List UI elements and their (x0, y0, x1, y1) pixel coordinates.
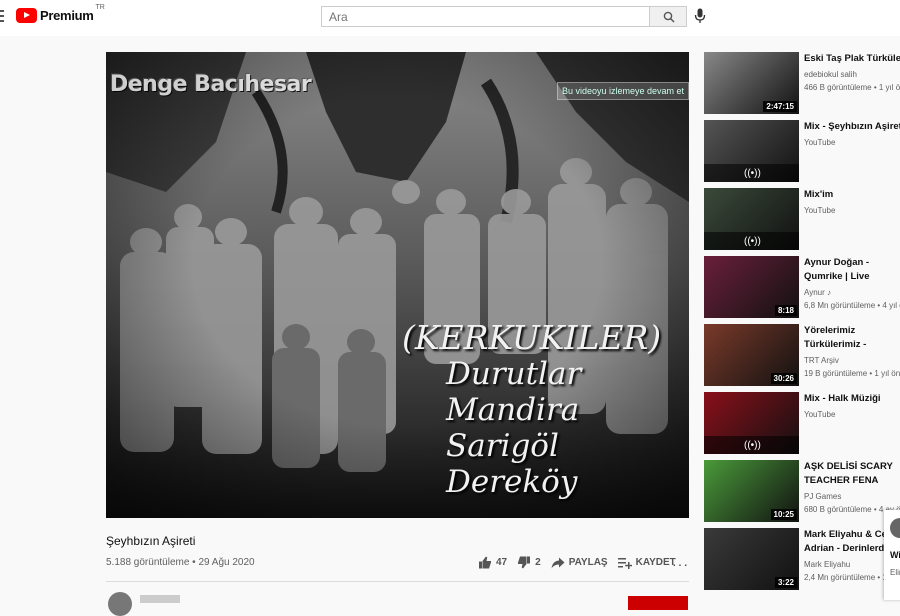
overlay-line: Sarigöl (446, 428, 559, 464)
save-button[interactable]: KAYDET (617, 557, 676, 569)
duration-badge: 8:18 (774, 305, 797, 316)
duration-badge: 3:22 (774, 577, 797, 588)
popup-subtitle: Elir (890, 568, 900, 577)
avatar (890, 518, 900, 538)
recommendation-channel[interactable]: Aynur ♪ (804, 288, 831, 297)
like-count: 47 (496, 557, 508, 568)
logo-country: TR (95, 4, 105, 11)
microphone-icon[interactable] (694, 8, 706, 24)
search-input[interactable] (321, 6, 650, 27)
mix-overlay: ((•)) (704, 164, 799, 182)
watch-later-prompt[interactable]: Bu videoyu izlemeye devam et (557, 82, 689, 100)
overlay-line: Mandira (446, 392, 580, 428)
recommendation-item[interactable]: ((•)) Mix - Şeyhbızın Aşireti YouTube (704, 120, 900, 184)
recommendation-meta: 466 B görüntüleme • 1 yıl önce (804, 83, 900, 92)
save-label: KAYDET (635, 557, 676, 568)
recommendation-channel[interactable]: edebiokul salih (804, 70, 857, 79)
recommendation-title[interactable]: AŞK DELİSİ SCARY TEACHER FENA ŞAKALADIK … (804, 460, 900, 488)
notification-popup[interactable]: Wi Elir (884, 510, 900, 600)
video-thumbnail[interactable]: 30:26 (704, 324, 799, 386)
recommendation-meta: 6,8 Mn görüntüleme • 4 yıl önce (804, 301, 900, 310)
recommendation-item[interactable]: 30:26 Yörelerimiz Türkülerimiz - Kırşehir… (704, 324, 900, 388)
video-title: Şeyhbızın Aşireti (106, 534, 196, 548)
overlay-text: (KERKUKILER) Durutlar Mandira Sarigöl De… (402, 318, 682, 501)
mix-overlay: ((•)) (704, 436, 799, 454)
subscribe-button[interactable] (628, 596, 688, 610)
recommendation-channel[interactable]: YouTube (804, 138, 835, 147)
popup-title: Wi (890, 550, 900, 560)
recommendation-title[interactable]: Mix - Şeyhbızın Aşireti (804, 120, 900, 134)
divider (106, 581, 689, 582)
overlay-line: (KERKUKILER) (402, 318, 662, 357)
duration-badge: 30:26 (770, 373, 797, 384)
video-thumbnail[interactable]: ((•)) (704, 392, 799, 454)
overlay-line: Dereköy (446, 464, 578, 500)
playlist-add-icon (617, 557, 632, 569)
top-bar: Premium TR (0, 0, 900, 36)
channel-avatar[interactable] (108, 592, 132, 616)
youtube-logo[interactable]: Premium TR (16, 4, 105, 23)
mix-radio-icon: ((•)) (744, 236, 761, 247)
recommendation-title[interactable]: Eski Taş Plak Türküler (804, 52, 900, 66)
video-actions: 47 2 PAYLAŞ KAYDET (478, 556, 686, 569)
recommendation-item[interactable]: ((•)) Mix'im YouTube (704, 188, 900, 252)
overlay-channel-name: Denge Bacıhesar (110, 72, 312, 97)
dislike-count: 2 (535, 557, 541, 568)
video-thumbnail[interactable]: 10:25 (704, 460, 799, 522)
recommendation-item[interactable]: ((•)) Mix - Halk Müziği YouTube (704, 392, 900, 456)
share-icon (551, 557, 565, 568)
recommendation-title[interactable]: Yörelerimiz Türkülerimiz - Kırşehir Mucu… (804, 324, 900, 352)
video-thumbnail[interactable]: 8:18 (704, 256, 799, 318)
recommendation-item[interactable]: 8:18 Aynur Doğan - Qumrike | Live Perform… (704, 256, 900, 320)
recommendation-item[interactable]: 10:25 AŞK DELİSİ SCARY TEACHER FENA ŞAKAL… (704, 460, 900, 524)
video-thumbnail[interactable]: 2:47:15 (704, 52, 799, 114)
search-icon (663, 11, 675, 23)
recommendation-channel[interactable]: Mark Eliyahu (804, 560, 850, 569)
menu-icon[interactable] (0, 10, 4, 24)
recommendation-channel[interactable]: TRT Arşiv (804, 356, 839, 365)
duration-badge: 2:47:15 (763, 101, 797, 112)
video-thumbnail[interactable]: ((•)) (704, 120, 799, 182)
thumbs-down-icon (518, 556, 531, 569)
recommendation-channel[interactable]: PJ Games (804, 492, 841, 501)
logo-text: Premium (40, 8, 94, 23)
video-player[interactable]: Denge Bacıhesar Bu videoyu izlemeye deva… (106, 52, 689, 518)
video-thumbnail[interactable]: ((•)) (704, 188, 799, 250)
overlay-line: Durutlar (446, 356, 582, 392)
more-actions-button[interactable]: ··· (672, 556, 689, 572)
play-logo-icon (16, 8, 37, 23)
mix-radio-icon: ((•)) (744, 168, 761, 179)
dislike-button[interactable]: 2 (517, 556, 541, 569)
duration-badge: 10:25 (770, 509, 797, 520)
like-button[interactable]: 47 (478, 556, 507, 569)
channel-name-placeholder[interactable] (140, 595, 180, 603)
recommendation-item[interactable]: 3:22 Mark Eliyahu & Cem Adrian - Derinler… (704, 528, 900, 592)
video-views-date: 5.188 görüntüleme • 29 Ağu 2020 (106, 557, 255, 568)
recommendation-title[interactable]: Aynur Doğan - Qumrike | Live Performance (804, 256, 900, 284)
search-button[interactable] (650, 6, 687, 27)
recommendation-channel[interactable]: YouTube (804, 206, 835, 215)
share-button[interactable]: PAYLAŞ (551, 557, 608, 569)
recommendation-channel[interactable]: YouTube (804, 410, 835, 419)
recommendation-title[interactable]: Mix'im (804, 188, 900, 202)
recommendation-item[interactable]: 2:47:15 Eski Taş Plak Türküler edebiokul s… (704, 52, 900, 116)
video-thumbnail[interactable]: 3:22 (704, 528, 799, 590)
share-label: PAYLAŞ (568, 557, 608, 568)
thumbs-up-icon (479, 556, 491, 569)
mix-overlay: ((•)) (704, 232, 799, 250)
recommendation-title[interactable]: Mix - Halk Müziği (804, 392, 900, 406)
recommendation-meta: 19 B görüntüleme • 1 yıl önce (804, 369, 900, 378)
mix-radio-icon: ((•)) (744, 440, 761, 451)
